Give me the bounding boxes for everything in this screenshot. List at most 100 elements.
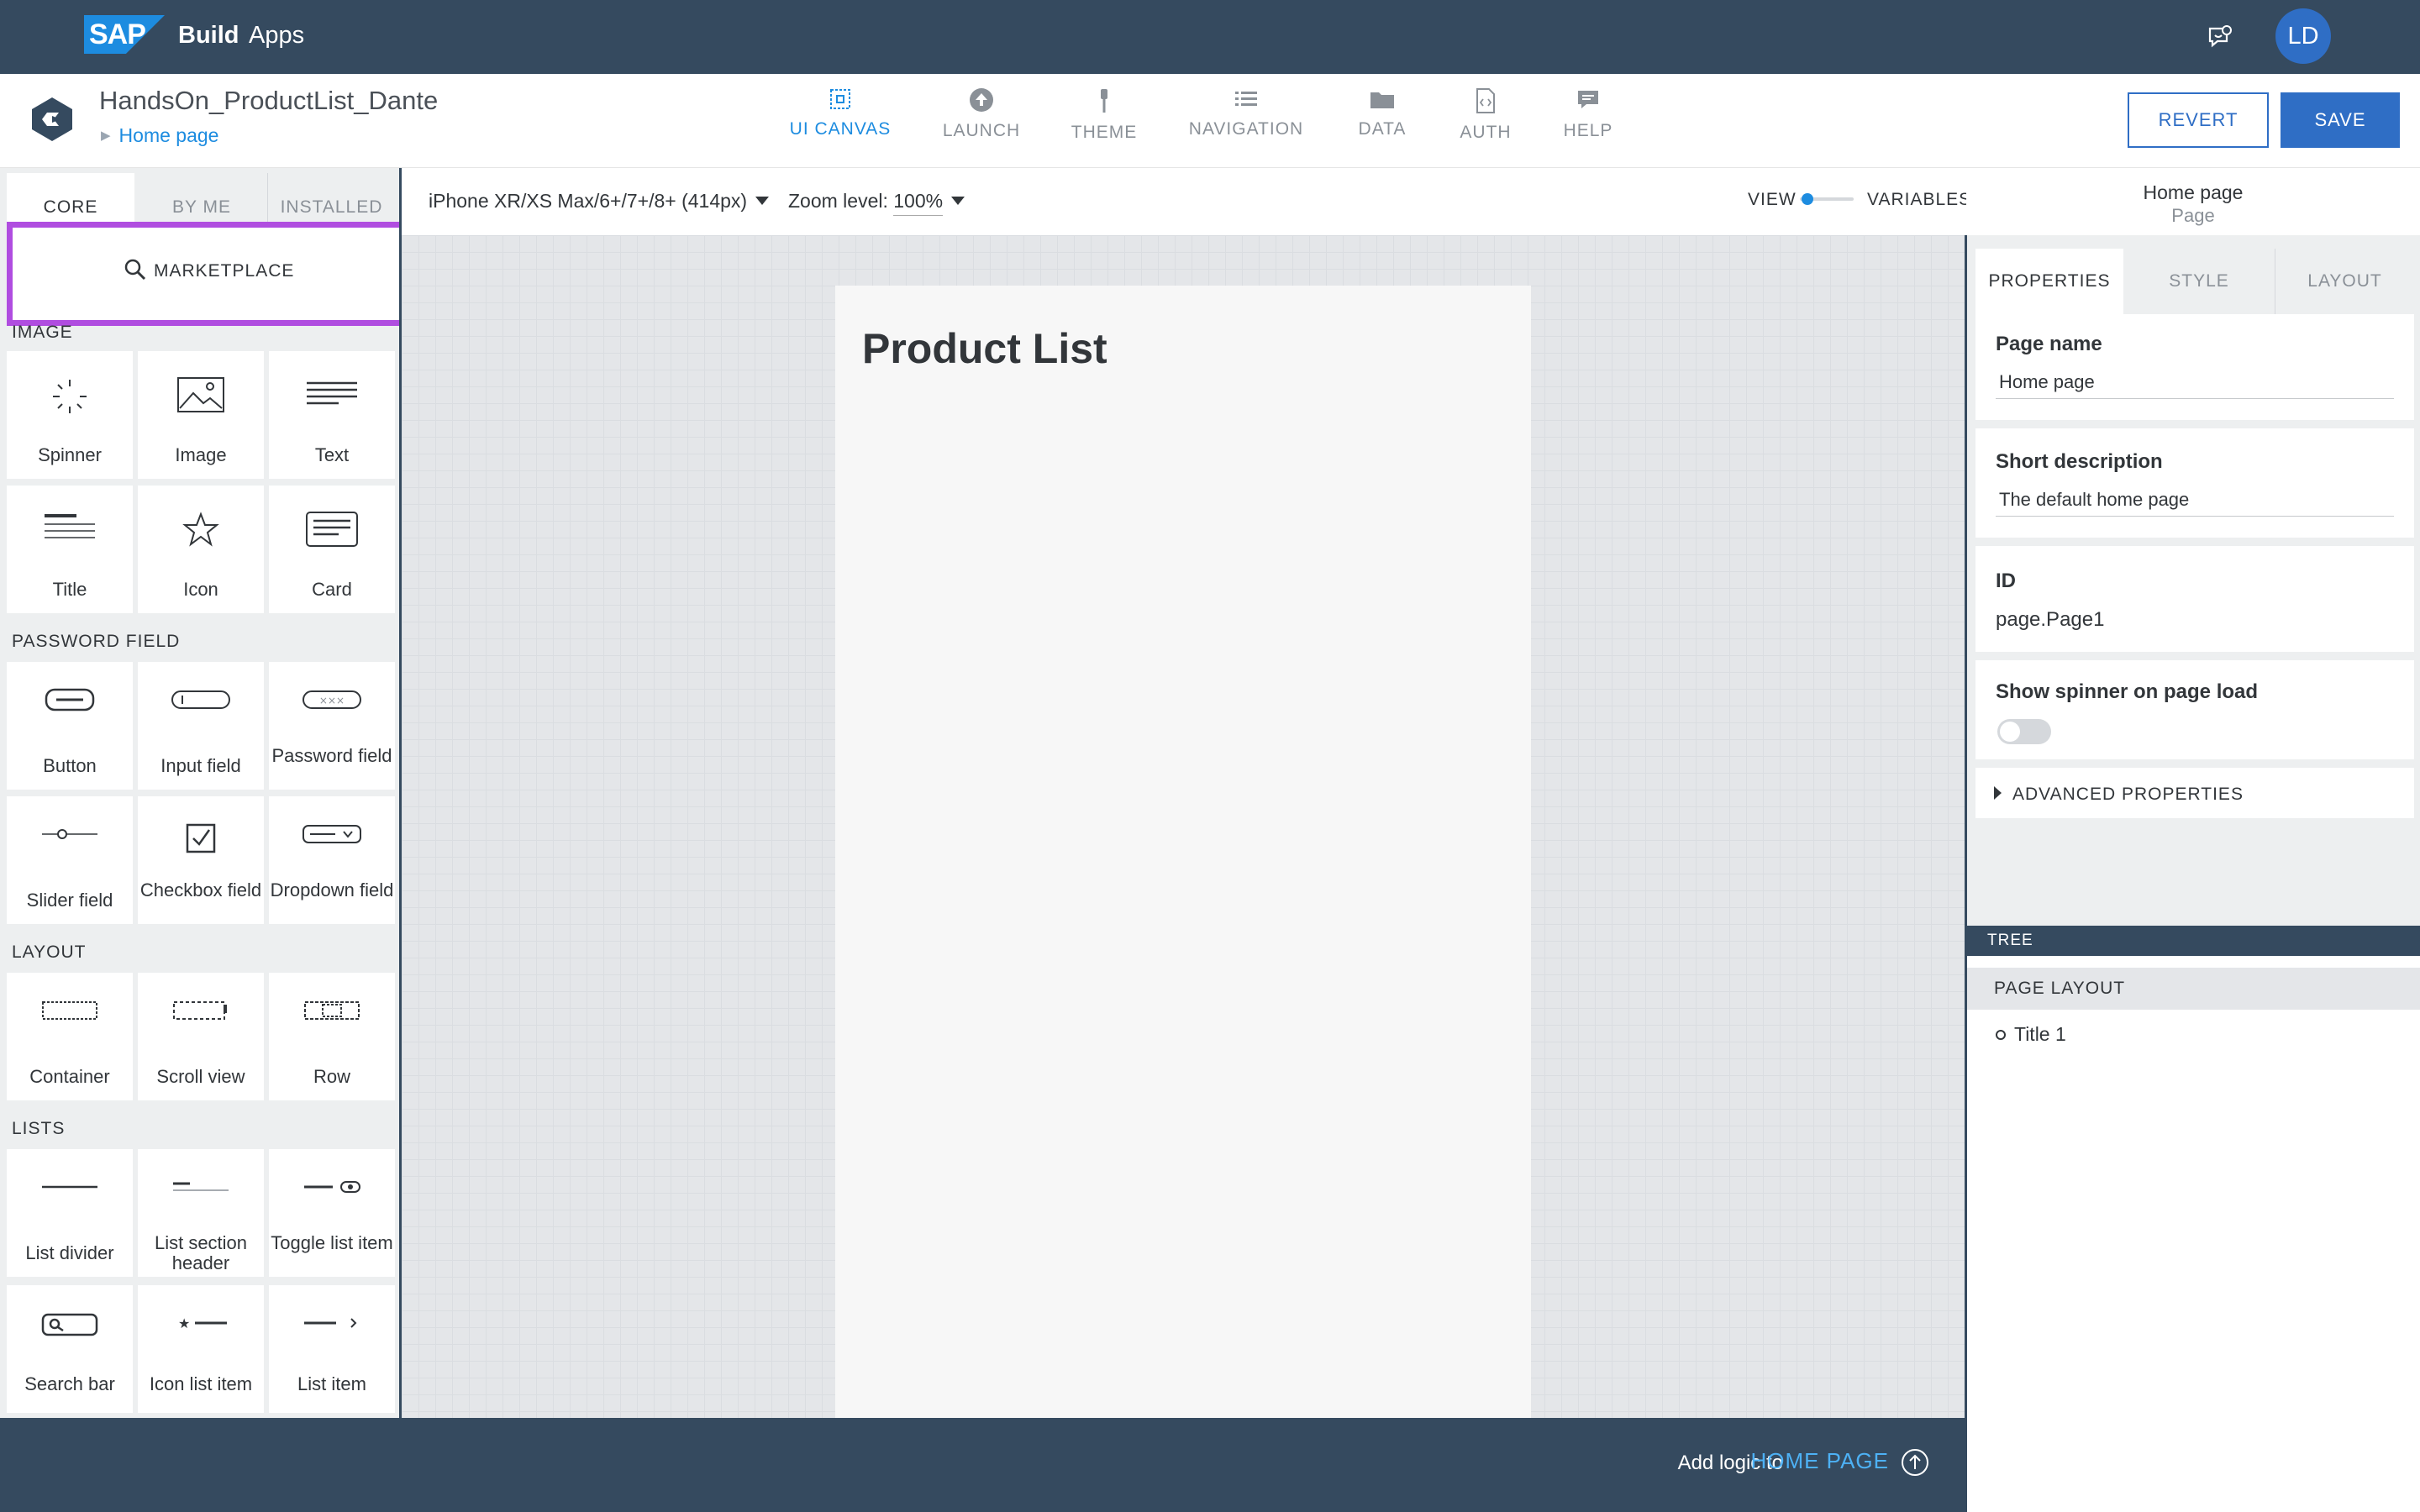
slider-icon <box>42 829 97 839</box>
tile-search-bar[interactable]: Search bar <box>7 1285 133 1413</box>
nav-label: AUTH <box>1460 123 1512 142</box>
icon-list-item-icon: ★ <box>178 1315 227 1331</box>
canvas-icon <box>830 89 850 109</box>
input-underline <box>1996 516 2394 517</box>
tile-list-divider[interactable]: List divider <box>7 1149 133 1277</box>
zoom-value: 100% <box>893 190 944 216</box>
dropdown-icon <box>302 825 361 843</box>
tile-image[interactable]: Image <box>138 351 264 479</box>
tile-label: Password field <box>271 745 392 766</box>
tile-label: Button <box>43 755 97 776</box>
tile-label: Spinner <box>38 444 102 465</box>
tile-button[interactable]: Button <box>7 662 133 790</box>
tile-label: List item <box>297 1373 366 1394</box>
caret-down-icon <box>755 197 770 205</box>
breadcrumb[interactable]: ▶ Home page <box>101 124 218 147</box>
tile-label: List divider <box>25 1242 114 1263</box>
nav-ui-canvas[interactable]: UI CANVAS <box>781 87 899 155</box>
zoom-select[interactable]: Zoom level: 100% <box>788 190 965 216</box>
tile-card[interactable]: Card <box>269 486 395 613</box>
tab-layout[interactable]: LAYOUT <box>2275 249 2414 314</box>
nav-help[interactable]: HELP <box>1555 87 1622 155</box>
folder-icon <box>1370 92 1394 108</box>
tile-slider-field[interactable]: Slider field <box>7 796 133 924</box>
code-file-icon <box>1476 88 1495 113</box>
nav-label: HELP <box>1563 121 1613 140</box>
tile-label: Text <box>314 444 350 465</box>
product-name-apps: Apps <box>249 22 305 49</box>
nav-launch[interactable]: LAUNCH <box>931 87 1032 155</box>
caret-right-icon <box>1994 786 2002 800</box>
svg-text:★: ★ <box>178 1315 190 1331</box>
text-icon <box>307 381 357 405</box>
tile-label: Card <box>312 579 352 600</box>
short-description-input[interactable]: The default home page <box>1999 489 2189 511</box>
product-name-build: Build <box>178 22 239 49</box>
nav-label: DATA <box>1358 119 1407 139</box>
view-label[interactable]: VIEW <box>1748 190 1797 210</box>
spinner-card: Show spinner on page load <box>1975 660 2414 759</box>
caret-down-icon <box>951 197 965 205</box>
container-icon <box>42 1001 97 1020</box>
marketplace-button[interactable]: MARKETPLACE <box>7 222 399 326</box>
marketplace-label: MARKETPLACE <box>154 261 295 281</box>
tree-item-label: Title 1 <box>2014 1023 2066 1045</box>
selected-element-title: Home page <box>2143 181 2244 203</box>
nav-navigation[interactable]: NAVIGATION <box>1183 87 1309 155</box>
nav-auth[interactable]: AUTH <box>1452 87 1519 155</box>
canvas-page-title[interactable]: Product List <box>862 324 1107 373</box>
phone-preview[interactable]: Product List <box>835 286 1531 1418</box>
tile-title[interactable]: Title <box>7 486 133 613</box>
tile-container[interactable]: Container <box>7 973 133 1100</box>
page-layout-node[interactable]: PAGE LAYOUT <box>1967 968 2420 1010</box>
tile-dropdown-field[interactable]: Dropdown field <box>269 796 395 924</box>
view-variables-toggle[interactable] <box>1800 193 1854 205</box>
shell-bar: SAP Build Apps LD <box>0 0 2420 74</box>
tab-style[interactable]: STYLE <box>2130 249 2268 314</box>
input-underline <box>1996 398 2394 399</box>
tile-input-field[interactable]: Input field <box>138 662 264 790</box>
tile-spinner[interactable]: Spinner <box>7 351 133 479</box>
spinner-toggle[interactable] <box>1997 719 2051 744</box>
tile-row[interactable]: Row <box>269 973 395 1100</box>
tile-password-field[interactable]: ××× Password field <box>269 662 395 790</box>
app-logo-icon[interactable] <box>29 96 76 143</box>
logic-target-link[interactable]: HOME PAGE <box>1750 1448 1889 1474</box>
tile-label: Icon list item <box>149 1373 253 1394</box>
nav-data[interactable]: DATA <box>1344 87 1420 155</box>
title-icon <box>45 514 95 538</box>
breadcrumb-page[interactable]: Home page <box>119 124 219 146</box>
properties-header: Home page Page <box>1966 168 2420 235</box>
page-name-input[interactable]: Home page <box>1999 371 2095 393</box>
device-select[interactable]: iPhone XR/XS Max/6+/7+/8+ (414px) <box>429 190 770 213</box>
tab-properties[interactable]: PROPERTIES <box>1975 249 2123 314</box>
user-avatar[interactable]: LD <box>2275 8 2331 64</box>
spinner-icon <box>53 380 87 413</box>
tile-checkbox-field[interactable]: Checkbox field <box>138 796 264 924</box>
tile-toggle-list-item[interactable]: Toggle list item <box>269 1149 395 1277</box>
revert-button[interactable]: REVERT <box>2128 92 2269 148</box>
id-label: ID <box>1996 570 2016 592</box>
tile-scroll-view[interactable]: Scroll view <box>138 973 264 1100</box>
password-field-icon: ××× <box>302 690 361 709</box>
list-section-header-icon <box>173 1182 229 1191</box>
tile-label: Search bar <box>24 1373 115 1394</box>
tile-text[interactable]: Text <box>269 351 395 479</box>
feedback-icon[interactable] <box>2207 24 2233 50</box>
tile-icon-list-item[interactable]: ★ Icon list item <box>138 1285 264 1413</box>
id-value: page.Page1 <box>1996 608 2105 631</box>
tree-bullet-icon <box>1996 1030 2006 1040</box>
tree-item-title-1[interactable]: Title 1 <box>1996 1023 2066 1046</box>
nav-theme[interactable]: THEME <box>1062 87 1146 155</box>
save-button[interactable]: SAVE <box>2281 92 2400 148</box>
tree-header[interactable]: TREE <box>1967 926 2420 956</box>
tile-list-section-header[interactable]: List section header <box>138 1149 264 1277</box>
tree-area: PAGE LAYOUT Title 1 <box>1967 956 2420 1512</box>
toggle-knob <box>2000 722 2020 742</box>
arrow-up-circle-icon[interactable] <box>1901 1448 1929 1477</box>
tile-list-item[interactable]: List item <box>269 1285 395 1413</box>
tile-icon[interactable]: Icon <box>138 486 264 613</box>
app-header: HandsOn_ProductList_Dante ▶ Home page UI … <box>0 74 2420 168</box>
advanced-properties-toggle[interactable]: ADVANCED PROPERTIES <box>1975 768 2414 818</box>
variables-label[interactable]: VARIABLES <box>1867 190 1971 210</box>
